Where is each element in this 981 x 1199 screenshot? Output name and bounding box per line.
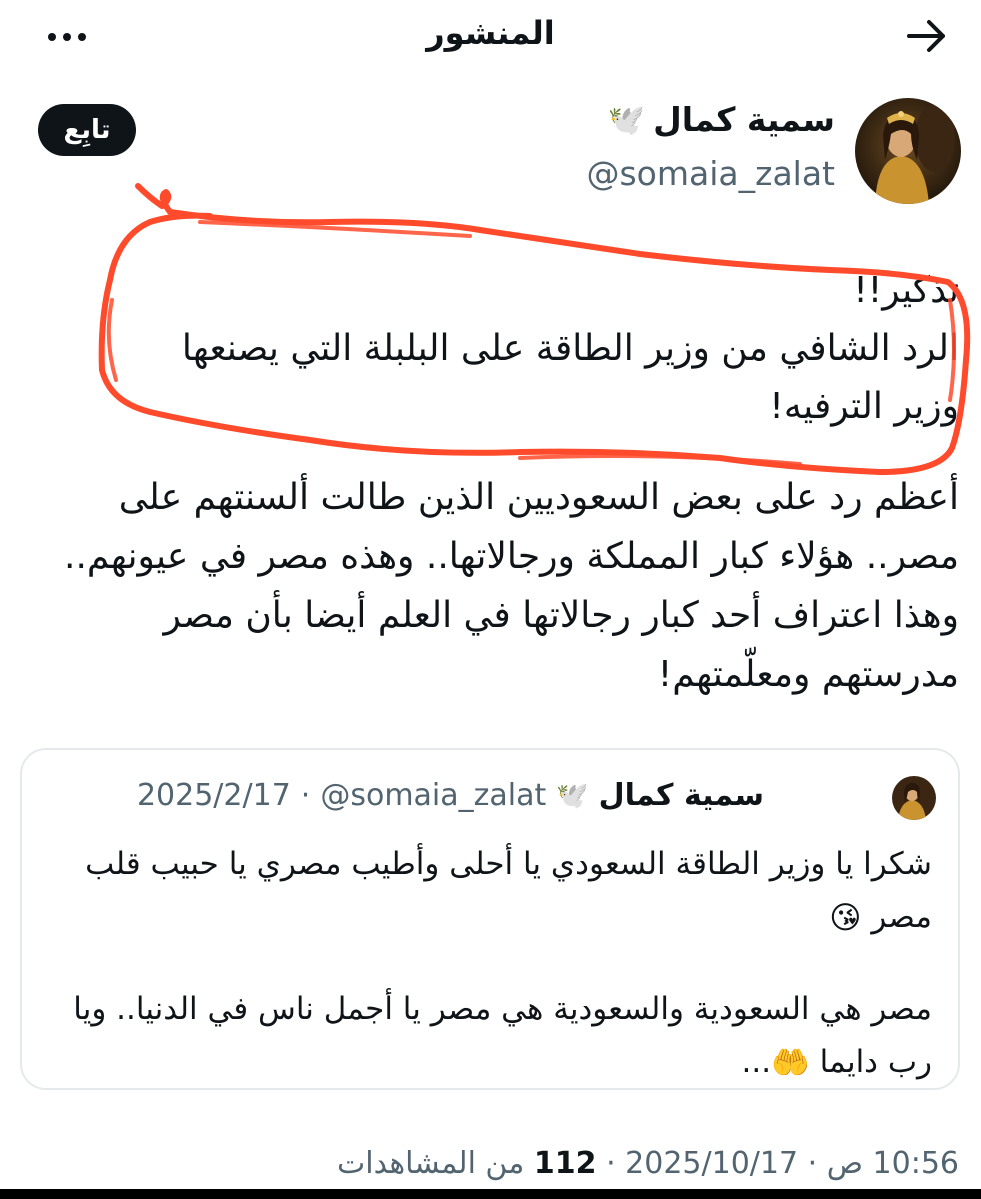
post-meta: 10:56 ص · 2025/10/17 · 112 من المشاهدات: [337, 1146, 959, 1181]
page-title: المنشور: [426, 14, 555, 52]
author-handle[interactable]: @somaia_zalat: [586, 152, 835, 196]
dove-icon: 🕊️: [607, 102, 646, 138]
quoted-post-header: سمية كمال 🕊️ @somaia_zalat · 2025/2/17: [137, 778, 764, 813]
post-time: 10:56 ص: [826, 1146, 959, 1181]
bottom-edge: [0, 1189, 981, 1199]
post-body-text: أعظم رد على بعض السعوديين الذين طالت ألس…: [64, 477, 959, 695]
kissing-face-icon: 😘: [829, 900, 862, 936]
quoted-paragraph-1: شكرا يا وزير الطاقة السعودي يا أحلى وأطي…: [52, 838, 932, 945]
post-detail-screen: المنشور سمية كمال 🕊️ @somaia_zalat تابِع…: [0, 0, 981, 1199]
quoted-author-handle: @somaia_zalat: [320, 778, 547, 813]
back-button[interactable]: [903, 14, 951, 58]
top-bar: المنشور: [0, 0, 981, 72]
avatar-image: [892, 776, 936, 820]
post-highlighted-text: تذكير!! الرد الشافي من وزير الطاقة على ا…: [114, 262, 959, 436]
views-count: 112: [533, 1146, 597, 1181]
post-line-1: تذكير!!: [853, 270, 959, 311]
views-label: من المشاهدات: [337, 1146, 525, 1181]
post-date: 2025/10/17: [625, 1146, 799, 1181]
author-name-row: سمية كمال 🕊️: [608, 98, 835, 142]
dove-icon: 🕊️: [556, 780, 589, 811]
post-line-2: الرد الشافي من وزير الطاقة على البلبلة ا…: [181, 328, 959, 427]
quoted-paragraph-2: مصر هي السعودية والسعودية هي مصر يا أجمل…: [52, 983, 932, 1090]
avatar-image: [855, 98, 961, 204]
author-avatar[interactable]: [855, 98, 961, 204]
quoted-post-card[interactable]: سمية كمال 🕊️ @somaia_zalat · 2025/2/17 ش…: [20, 748, 960, 1090]
arrow-right-icon: [907, 20, 945, 52]
author-name[interactable]: سمية كمال: [653, 98, 835, 142]
separator-dot: ·: [300, 778, 311, 813]
quoted-author-name: سمية كمال: [598, 778, 764, 813]
quoted-post-date: 2025/2/17: [136, 778, 291, 813]
raised-hands-icon: 🤲: [771, 1045, 810, 1081]
quoted-post-text: شكرا يا وزير الطاقة السعودي يا أحلى وأطي…: [52, 838, 932, 1090]
quoted-author-avatar: [892, 776, 936, 820]
follow-button[interactable]: تابِع: [38, 104, 136, 156]
